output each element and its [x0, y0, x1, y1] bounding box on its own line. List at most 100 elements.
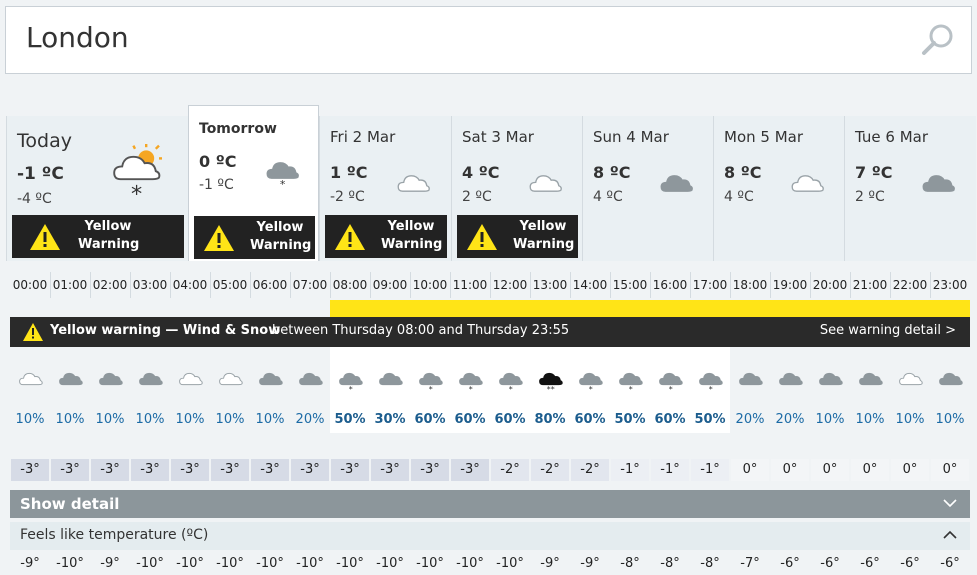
hour-label: 19:00 — [772, 278, 808, 292]
hour-label: 08:00 — [332, 278, 368, 292]
cloud-icon — [250, 347, 290, 407]
yellow-warning-badge[interactable]: Yellow Warning — [457, 215, 578, 258]
warning-banner[interactable]: Yellow warning — Wind & Snow between Thu… — [10, 317, 970, 347]
feels-like-temperature: -10° — [336, 556, 364, 571]
light-cloud-icon — [10, 347, 50, 407]
day-min-temp: 2 ºC — [462, 189, 492, 205]
cloud-icon — [130, 347, 170, 407]
cloud-icon — [930, 347, 970, 407]
day-tab[interactable]: Sat 3 Mar 4 ºC 2 ºC Yellow Warning — [451, 116, 582, 261]
feels-like-temperature: -10° — [56, 556, 84, 571]
feels-like-temperature: -8° — [620, 556, 640, 571]
hour-divider — [370, 272, 371, 298]
warning-icon — [30, 224, 60, 250]
search-icon[interactable] — [921, 23, 955, 57]
precipitation-probability: 80% — [530, 407, 570, 433]
feels-like-temperature: -6° — [780, 556, 800, 571]
chevron-up-icon — [943, 530, 957, 539]
hour-divider — [530, 272, 531, 298]
feels-like-temperature: -10° — [496, 556, 524, 571]
precipitation-probability: 10% — [135, 412, 165, 427]
day-tab[interactable]: Tue 6 Mar 7 ºC 2 ºC — [844, 116, 976, 261]
light-cloud-icon — [890, 347, 930, 407]
day-max-temp: 7 ºC — [855, 163, 893, 182]
hour-label: 21:00 — [852, 278, 888, 292]
day-name: Tue 6 Mar — [855, 128, 929, 146]
hour-divider — [650, 272, 651, 298]
precipitation-probability: 50% — [690, 407, 730, 433]
day-tab[interactable]: Today -1 ºC -4 ºC * Yellow Warning — [6, 116, 188, 261]
hourly-temperature: -2° — [491, 459, 529, 481]
cloud-snow-icon: * — [410, 347, 450, 407]
yellow-warning-badge[interactable]: Yellow Warning — [12, 215, 184, 258]
chevron-down-icon — [943, 499, 957, 508]
feels-like-header[interactable]: Feels like temperature (ºC) — [10, 522, 970, 550]
dark-cloud-heavy-snow-icon: ** — [530, 347, 570, 407]
hour-divider — [90, 272, 91, 298]
show-detail-toggle[interactable]: Show detail — [10, 490, 970, 518]
warning-text: Yellow Warning — [250, 220, 312, 253]
hourly-temperature: -3° — [451, 459, 489, 481]
hour-label: 17:00 — [692, 278, 728, 292]
hour-divider — [170, 272, 171, 298]
yellow-warning-badge[interactable]: Yellow Warning — [194, 216, 315, 259]
day-max-temp: 8 ºC — [724, 163, 762, 182]
warning-icon — [204, 225, 234, 251]
day-min-temp: -1 ºC — [199, 177, 234, 193]
hour-divider — [50, 272, 51, 298]
feels-like-temperature: -10° — [416, 556, 444, 571]
search-box[interactable]: London — [5, 6, 972, 74]
precipitation-probability: 10% — [95, 412, 125, 427]
precipitation-probability: 10% — [55, 412, 85, 427]
day-tab[interactable]: Tomorrow 0 ºC -1 ºC * Yellow Warning — [188, 105, 319, 261]
hourly-temperature: -3° — [251, 459, 289, 481]
hourly-temperature: -3° — [131, 459, 169, 481]
day-max-temp: 4 ºC — [462, 163, 500, 182]
see-warning-detail-link[interactable]: See warning detail > — [820, 323, 956, 338]
hourly-temperature: -1° — [651, 459, 689, 481]
svg-text:*: * — [469, 385, 473, 394]
svg-text:*: * — [429, 385, 433, 394]
svg-text:*: * — [280, 178, 286, 191]
cloud-snow-icon: * — [650, 347, 690, 407]
day-name: Tomorrow — [199, 121, 277, 137]
precipitation-probability: 10% — [815, 412, 845, 427]
hour-label: 11:00 — [452, 278, 488, 292]
yellow-warning-badge[interactable]: Yellow Warning — [325, 215, 447, 258]
search-input[interactable]: London — [26, 21, 129, 54]
hourly-temperature: -3° — [331, 459, 369, 481]
hour-divider — [810, 272, 811, 298]
feels-like-temperature: -6° — [940, 556, 960, 571]
hour-divider — [570, 272, 571, 298]
sun-cloud-snow-icon: * — [111, 144, 163, 208]
day-tab[interactable]: Mon 5 Mar 8 ºC 4 ºC — [713, 116, 844, 261]
feels-like-temperature: -9° — [20, 556, 40, 571]
hour-label: 06:00 — [252, 278, 288, 292]
light-cloud-icon — [396, 167, 431, 211]
day-max-temp: 1 ºC — [330, 163, 368, 182]
day-max-temp: 8 ºC — [593, 163, 631, 182]
day-tab[interactable]: Fri 2 Mar 1 ºC -2 ºC Yellow Warning — [319, 116, 451, 261]
feels-like-label: Feels like temperature (ºC) — [20, 527, 209, 543]
hourly-temperature: 0° — [931, 459, 969, 481]
precipitation-probability: 10% — [935, 412, 965, 427]
svg-text:*: * — [349, 385, 353, 394]
hour-label: 12:00 — [492, 278, 528, 292]
hour-label: 07:00 — [292, 278, 328, 292]
feels-like-temperature: -10° — [256, 556, 284, 571]
hour-divider — [210, 272, 211, 298]
feels-like-temperature: -9° — [580, 556, 600, 571]
precipitation-probability: 60% — [650, 407, 690, 433]
precipitation-row: 10% 10% 10% 10% 10% 10% 10% 20% 50% 30% 60% 60% 60% 8… — [10, 407, 970, 433]
feels-like-temperature: -7° — [740, 556, 760, 571]
precipitation-probability: 30% — [370, 407, 410, 433]
hour-label: 02:00 — [92, 278, 128, 292]
cloud-icon — [90, 347, 130, 407]
hourly-temperature: -1° — [691, 459, 729, 481]
hour-label: 05:00 — [212, 278, 248, 292]
hour-label: 10:00 — [412, 278, 448, 292]
hour-divider — [450, 272, 451, 298]
hourly-temperature: -3° — [211, 459, 249, 481]
day-tab[interactable]: Sun 4 Mar 8 ºC 4 ºC — [582, 116, 713, 261]
hour-divider — [770, 272, 771, 298]
